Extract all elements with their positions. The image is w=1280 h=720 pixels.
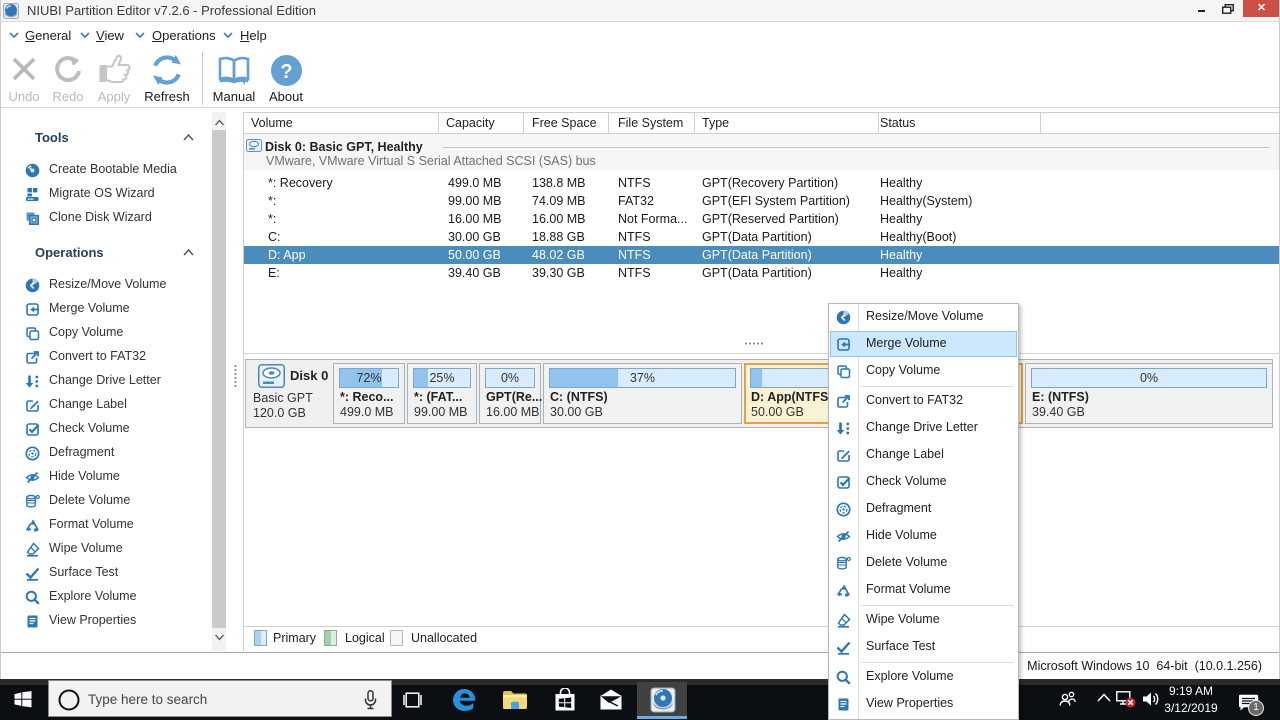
svg-text:?: ?: [280, 61, 292, 83]
